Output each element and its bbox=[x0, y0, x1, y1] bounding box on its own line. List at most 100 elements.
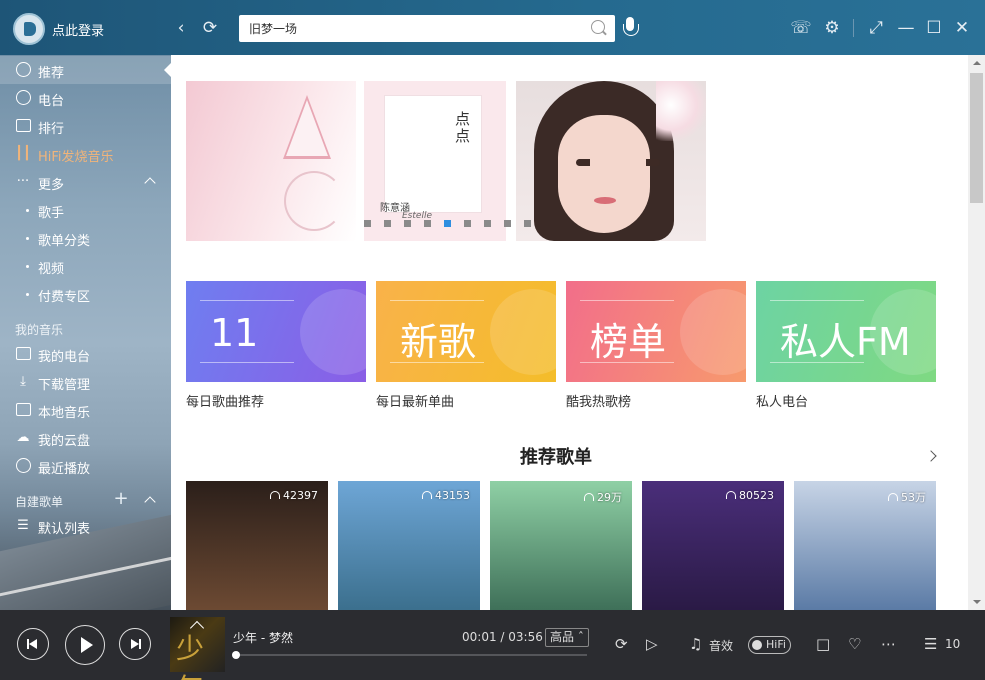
list-icon: ☰ bbox=[17, 518, 29, 533]
collapse-chevron-icon[interactable] bbox=[144, 177, 156, 189]
queue-count: 10 bbox=[945, 637, 961, 651]
feature-daily-songs[interactable]: 11 bbox=[186, 281, 366, 382]
waveform-icon: ┃┃ bbox=[15, 146, 31, 161]
close-icon[interactable]: ✕ bbox=[951, 17, 973, 39]
app-logo-icon[interactable] bbox=[13, 13, 45, 45]
minimize-icon[interactable]: — bbox=[895, 17, 917, 39]
refresh-icon[interactable]: ⟳ bbox=[199, 17, 221, 39]
nav-item-singer[interactable]: 歌手 bbox=[0, 196, 171, 224]
banner-center[interactable]: 点点 陈意涵 Estelle bbox=[364, 81, 506, 241]
nav-item-downloads[interactable]: ⤓ 下载管理 bbox=[0, 368, 171, 396]
carousel-dot[interactable] bbox=[384, 220, 391, 227]
back-icon[interactable]: ‹ bbox=[170, 17, 192, 39]
feature-new-songs[interactable]: 新歌 bbox=[376, 281, 556, 382]
nav-item-hifi[interactable]: ┃┃ HiFi发烧音乐 bbox=[0, 140, 171, 168]
nav-item-playlist-category[interactable]: 歌单分类 bbox=[0, 224, 171, 252]
nav-item-default-list[interactable]: ☰ 默认列表 bbox=[0, 512, 171, 540]
headphones-icon bbox=[270, 491, 280, 499]
banner-right[interactable] bbox=[516, 81, 706, 241]
feature-private-fm[interactable]: 私人FM bbox=[756, 281, 936, 382]
nav-item-paid-zone[interactable]: 付费专区 bbox=[0, 280, 171, 308]
nav-item-my-radio[interactable]: 我的电台 bbox=[0, 340, 171, 368]
search-input[interactable] bbox=[249, 18, 579, 39]
nav-item-more[interactable]: ··· 更多 bbox=[0, 168, 171, 196]
volume-icon[interactable]: ▷ bbox=[646, 634, 658, 654]
sound-effect-label[interactable]: 音效 bbox=[709, 637, 733, 654]
section-more-chevron-icon[interactable] bbox=[925, 450, 937, 462]
scroll-thumb[interactable] bbox=[970, 73, 983, 203]
nav-item-video[interactable]: 视频 bbox=[0, 252, 171, 280]
playlist-card[interactable]: 43153 bbox=[338, 481, 480, 610]
play-button[interactable] bbox=[65, 625, 105, 665]
banner-arc-shape bbox=[284, 171, 344, 231]
playlist-card[interactable]: 29万 bbox=[490, 481, 632, 610]
carousel-dot[interactable] bbox=[404, 220, 411, 227]
carousel-dot[interactable] bbox=[484, 220, 491, 227]
nav-item-radio[interactable]: 电台 bbox=[0, 84, 171, 112]
music-note-icon[interactable]: ♫ bbox=[689, 634, 702, 654]
clock-icon bbox=[15, 458, 31, 474]
nav-item-recommend[interactable]: 推荐 bbox=[0, 56, 171, 84]
nav-item-recent[interactable]: 最近播放 bbox=[0, 452, 171, 480]
repeat-mode-icon[interactable]: ⟳ bbox=[615, 634, 628, 654]
favorite-heart-icon[interactable]: ♡ bbox=[848, 634, 861, 654]
app-window: 点此登录 ‹ ⟳ ☏ ⚙ ⤢ — ☐ ✕ 推荐 电台 排行 ┃┃ bbox=[0, 0, 985, 680]
quality-selector[interactable]: 高品 ˆ bbox=[545, 628, 589, 647]
mini-mode-icon[interactable]: ⤢ bbox=[865, 17, 887, 39]
feature-decoration bbox=[300, 289, 366, 375]
feature-caption-fm[interactable]: 私人电台 bbox=[756, 391, 808, 410]
album-cover[interactable]: 少年 bbox=[170, 617, 225, 680]
lyrics-icon[interactable]: □ bbox=[816, 634, 830, 654]
feature-caption-charts[interactable]: 酷我热歌榜 bbox=[566, 391, 631, 410]
cloud-icon: ☁ bbox=[16, 430, 30, 445]
playlist-card[interactable]: 80523 bbox=[642, 481, 784, 610]
carousel-dot[interactable] bbox=[504, 220, 511, 227]
nav-item-cloud-disk[interactable]: ☁ 我的云盘 bbox=[0, 424, 171, 452]
scroll-down-arrow-icon[interactable] bbox=[968, 594, 985, 610]
play-count: 80523 bbox=[726, 489, 774, 502]
feature-charts[interactable]: 榜单 bbox=[566, 281, 746, 382]
disc-icon bbox=[15, 62, 31, 78]
maximize-icon[interactable]: ☐ bbox=[923, 17, 945, 39]
banner-left[interactable] bbox=[186, 81, 356, 241]
skin-shirt-icon[interactable]: ☏ bbox=[790, 17, 812, 39]
radio-box-icon bbox=[15, 346, 31, 362]
carousel-dot[interactable] bbox=[524, 220, 531, 227]
progress-knob[interactable] bbox=[232, 651, 240, 659]
search-icon[interactable] bbox=[591, 20, 605, 34]
my-music-heading: 我的音乐 bbox=[15, 323, 64, 337]
nav-item-local-music[interactable]: 本地音乐 bbox=[0, 396, 171, 424]
now-playing-title[interactable]: 少年 - 梦然 bbox=[233, 629, 293, 646]
carousel-dot[interactable] bbox=[424, 220, 431, 227]
login-link[interactable]: 点此登录 bbox=[52, 20, 104, 39]
add-playlist-icon[interactable]: + bbox=[110, 488, 132, 510]
main-scrollbar[interactable] bbox=[954, 55, 985, 610]
player-bar: 少年 少年 - 梦然 00:01 / 03:56 高品 ˆ ⟳ ▷ ♫ 音效 H… bbox=[0, 610, 985, 680]
playlist-queue-icon[interactable]: ☰ bbox=[924, 634, 937, 654]
carousel-dot[interactable] bbox=[364, 220, 371, 227]
scroll-up-arrow-icon[interactable] bbox=[968, 55, 985, 71]
feature-caption-new[interactable]: 每日最新单曲 bbox=[376, 391, 454, 410]
collapse-created-chevron-icon[interactable] bbox=[144, 496, 156, 508]
playlist-card[interactable]: 53万 bbox=[794, 481, 936, 610]
banner-portrait-lips bbox=[594, 197, 616, 204]
hifi-toggle[interactable]: HiFi bbox=[748, 636, 791, 654]
carousel-dot[interactable] bbox=[464, 220, 471, 227]
microphone-icon[interactable] bbox=[623, 17, 639, 41]
feature-caption-daily[interactable]: 每日歌曲推荐 bbox=[186, 391, 264, 410]
next-track-button[interactable] bbox=[119, 628, 151, 660]
nav-item-ranking[interactable]: 排行 bbox=[0, 112, 171, 140]
download-icon: ⤓ bbox=[20, 374, 26, 389]
title-bar-divider bbox=[853, 19, 854, 37]
progress-bar[interactable] bbox=[232, 651, 587, 659]
title-bar: 点此登录 ‹ ⟳ ☏ ⚙ ⤢ — ☐ ✕ bbox=[0, 0, 985, 55]
playlist-card[interactable]: 42397 bbox=[186, 481, 328, 610]
headphones-icon bbox=[422, 491, 432, 499]
bullet-icon bbox=[26, 209, 29, 212]
carousel-dot[interactable] bbox=[444, 220, 451, 227]
banner-carousel-indicators bbox=[364, 220, 534, 228]
more-options-icon[interactable]: ⋯ bbox=[881, 634, 896, 654]
previous-track-button[interactable] bbox=[17, 628, 49, 660]
search-box[interactable] bbox=[239, 15, 615, 42]
settings-gear-icon[interactable]: ⚙ bbox=[821, 17, 843, 39]
